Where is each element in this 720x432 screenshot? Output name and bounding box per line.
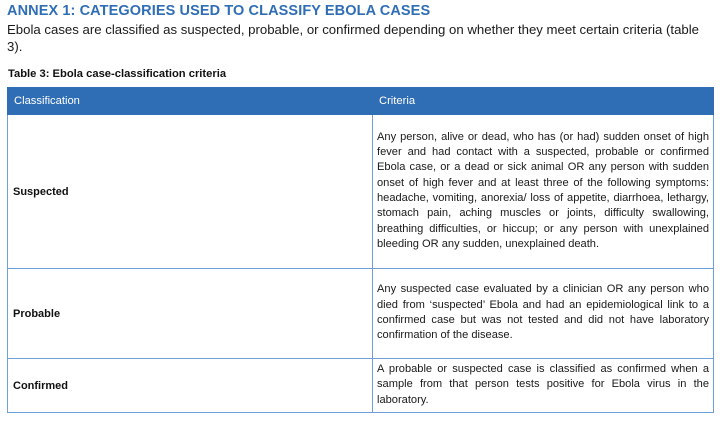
criteria-suspected: Any person, alive or dead, who has (or h…: [372, 114, 714, 269]
table-header-row: Classification Criteria: [7, 87, 714, 115]
classification-confirmed: Confirmed: [7, 358, 373, 413]
classification-probable: Probable: [7, 268, 373, 359]
criteria-probable: Any suspected case evaluated by a clinic…: [372, 268, 714, 359]
intro-paragraph: Ebola cases are classified as suspected,…: [7, 22, 699, 54]
header-classification: Classification: [7, 87, 373, 115]
annex-title: ANNEX 1: CATEGORIES USED TO CLASSIFY EBO…: [7, 3, 431, 19]
table-row: Probable Any suspected case evaluated by…: [7, 268, 714, 359]
classification-table: Classification Criteria Suspected Any pe…: [7, 87, 714, 413]
table-row: Confirmed A probable or suspected case i…: [7, 358, 714, 413]
criteria-confirmed: A probable or suspected case is classifi…: [372, 358, 714, 413]
table-caption: Table 3: Ebola case-classification crite…: [8, 68, 227, 80]
classification-suspected: Suspected: [7, 114, 373, 269]
header-criteria: Criteria: [372, 87, 714, 115]
table-row: Suspected Any person, alive or dead, who…: [7, 114, 714, 269]
